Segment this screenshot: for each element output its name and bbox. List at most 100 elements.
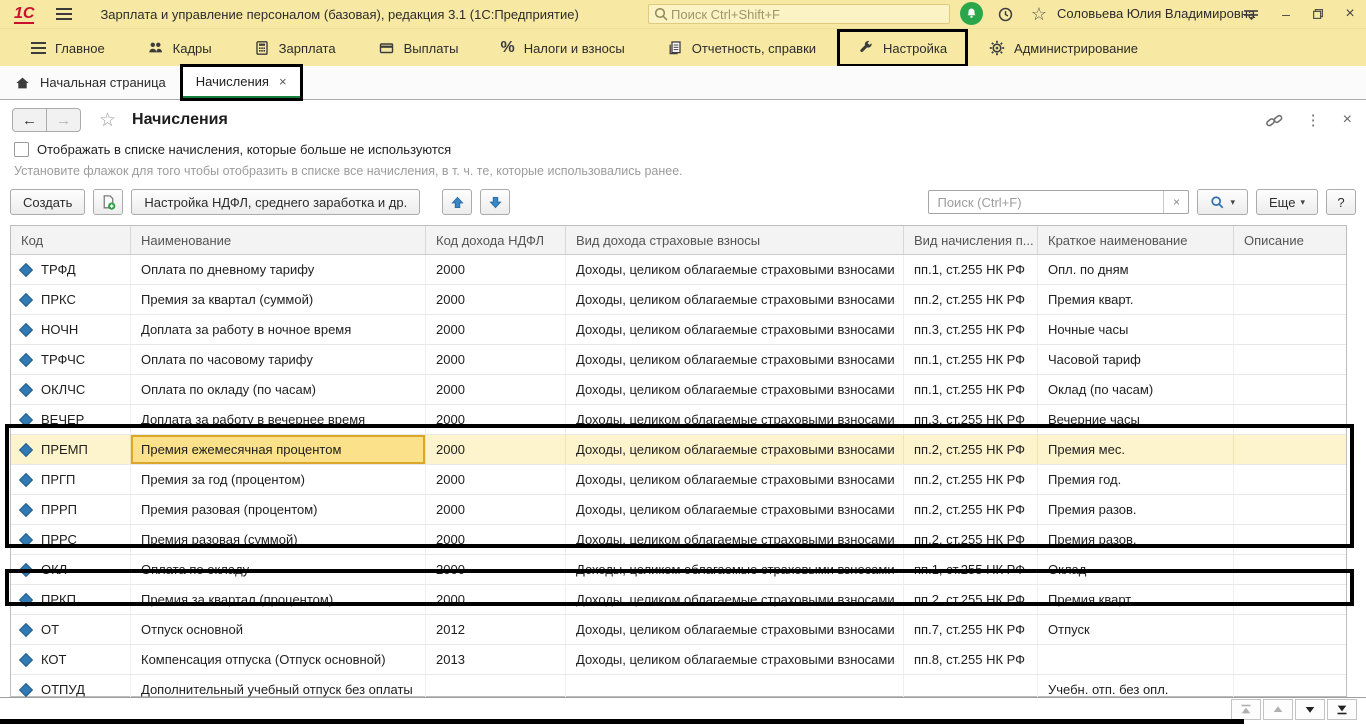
move-down-button[interactable] [480,189,510,215]
row-ndfl-code-cell[interactable]: 2000 [426,585,566,614]
column-header-accrual-type[interactable]: Вид начисления п... [904,226,1038,254]
row-description-cell[interactable] [1234,435,1346,464]
go-next-button[interactable] [1295,699,1325,720]
row-accrual-type-cell[interactable]: пп.2, ст.255 НК РФ [904,495,1038,524]
row-accrual-type-cell[interactable]: пп.7, ст.255 НК РФ [904,615,1038,644]
column-header-code[interactable]: Код [11,226,131,254]
row-description-cell[interactable] [1234,405,1346,434]
row-ndfl-code-cell[interactable]: 2000 [426,405,566,434]
row-short-name-cell[interactable]: Премия кварт. [1038,585,1234,614]
table-row[interactable]: ПРЕМП Премия ежемесячная процентом 2000 … [11,435,1346,465]
forward-button[interactable]: → [47,108,81,132]
row-insurance-cell[interactable]: Доходы, целиком облагаемые страховыми вз… [566,255,904,284]
clear-search-icon[interactable]: × [1163,191,1188,213]
row-accrual-type-cell[interactable]: пп.1, ст.255 НК РФ [904,375,1038,404]
tab-close-icon[interactable]: × [279,74,287,89]
row-accrual-type-cell[interactable]: пп.1, ст.255 НК РФ [904,555,1038,584]
row-description-cell[interactable] [1234,465,1346,494]
row-insurance-cell[interactable]: Доходы, целиком облагаемые страховыми вз… [566,555,904,584]
minimize-button[interactable]: – [1274,4,1298,24]
row-insurance-cell[interactable]: Доходы, целиком облагаемые страховыми вз… [566,345,904,374]
column-header-name[interactable]: Наименование [131,226,426,254]
row-short-name-cell[interactable] [1038,645,1234,674]
row-short-name-cell[interactable]: Премия мес. [1038,435,1234,464]
column-header-short-name[interactable]: Краткое наименование [1038,226,1234,254]
row-insurance-cell[interactable]: Доходы, целиком облагаемые страховыми вз… [566,375,904,404]
row-ndfl-code-cell[interactable]: 2000 [426,495,566,524]
row-name-cell[interactable]: Доплата за работу в вечернее время [131,405,426,434]
row-name-cell[interactable]: Премия ежемесячная процентом [131,435,426,464]
favorites-star-icon[interactable]: ☆ [1028,3,1050,25]
row-insurance-cell[interactable]: Доходы, целиком облагаемые страховыми вз… [566,435,904,464]
global-search-input[interactable] [648,4,950,24]
column-header-ndfl-code[interactable]: Код дохода НДФЛ [426,226,566,254]
menu-item-nastroyka[interactable]: Настройка [837,29,968,67]
table-row[interactable]: ПРРС Премия разовая (суммой) 2000 Доходы… [11,525,1346,555]
back-button[interactable]: ← [12,108,47,132]
row-name-cell[interactable]: Премия разовая (суммой) [131,525,426,554]
row-description-cell[interactable] [1234,285,1346,314]
favorite-star-icon[interactable]: ☆ [99,109,116,132]
row-short-name-cell[interactable]: Часовой тариф [1038,345,1234,374]
row-accrual-type-cell[interactable]: пп.2, ст.255 НК РФ [904,525,1038,554]
row-insurance-cell[interactable]: Доходы, целиком облагаемые страховыми вз… [566,525,904,554]
row-short-name-cell[interactable]: Опл. по дням [1038,255,1234,284]
row-name-cell[interactable]: Отпуск основной [131,615,426,644]
row-accrual-type-cell[interactable]: пп.3, ст.255 НК РФ [904,315,1038,344]
row-description-cell[interactable] [1234,495,1346,524]
row-name-cell[interactable]: Премия за квартал (процентом) [131,585,426,614]
table-row[interactable]: ПРРП Премия разовая (процентом) 2000 Дох… [11,495,1346,525]
open-windows-list-icon[interactable] [1240,3,1262,25]
get-link-button[interactable] [1265,112,1284,129]
row-description-cell[interactable] [1234,255,1346,284]
row-description-cell[interactable] [1234,375,1346,404]
table-row[interactable]: КОТ Компенсация отпуска (Отпуск основной… [11,645,1346,675]
row-name-cell[interactable]: Компенсация отпуска (Отпуск основной) [131,645,426,674]
row-description-cell[interactable] [1234,615,1346,644]
row-code-cell[interactable]: ОКЛ [11,555,131,584]
row-short-name-cell[interactable]: Оклад (по часам) [1038,375,1234,404]
row-code-cell[interactable]: ПРКП [11,585,131,614]
search-options-button[interactable]: ▾ [1197,189,1248,215]
menu-item-otchetnost[interactable]: Отчетность, справки [646,29,837,67]
ndfl-settings-button[interactable]: Настройка НДФЛ, среднего заработка и др. [131,189,420,215]
row-accrual-type-cell[interactable]: пп.1, ст.255 НК РФ [904,255,1038,284]
row-code-cell[interactable]: ОТ [11,615,131,644]
row-insurance-cell[interactable]: Доходы, целиком облагаемые страховыми вз… [566,585,904,614]
table-row[interactable]: ПРКП Премия за квартал (процентом) 2000 … [11,585,1346,615]
row-code-cell[interactable]: ПРКС [11,285,131,314]
row-accrual-type-cell[interactable]: пп.8, ст.255 НК РФ [904,645,1038,674]
row-name-cell[interactable]: Оплата по окладу [131,555,426,584]
row-short-name-cell[interactable]: Вечерние часы [1038,405,1234,434]
current-user[interactable]: Соловьева Юлия Владимировна [1057,6,1255,21]
row-description-cell[interactable] [1234,525,1346,554]
row-short-name-cell[interactable]: Ночные часы [1038,315,1234,344]
row-ndfl-code-cell[interactable]: 2013 [426,645,566,674]
row-insurance-cell[interactable]: Доходы, целиком облагаемые страховыми вз… [566,495,904,524]
row-insurance-cell[interactable]: Доходы, целиком облагаемые страховыми вз… [566,465,904,494]
list-search-input[interactable] [929,191,1163,213]
table-row[interactable]: ОКЛЧС Оплата по окладу (по часам) 2000 Д… [11,375,1346,405]
row-name-cell[interactable]: Премия за год (процентом) [131,465,426,494]
table-row[interactable]: ПРКС Премия за квартал (суммой) 2000 Дох… [11,285,1346,315]
row-insurance-cell[interactable]: Доходы, целиком облагаемые страховыми вз… [566,285,904,314]
row-insurance-cell[interactable]: Доходы, целиком облагаемые страховыми вз… [566,615,904,644]
row-name-cell[interactable]: Оплата по дневному тарифу [131,255,426,284]
help-button[interactable]: ? [1326,189,1356,215]
list-search-box[interactable]: × [928,190,1189,214]
table-row[interactable]: ОТ Отпуск основной 2012 Доходы, целиком … [11,615,1346,645]
row-insurance-cell[interactable]: Доходы, целиком облагаемые страховыми вз… [566,405,904,434]
row-name-cell[interactable]: Премия за квартал (суммой) [131,285,426,314]
row-name-cell[interactable]: Оплата по окладу (по часам) [131,375,426,404]
row-short-name-cell[interactable]: Премия кварт. [1038,285,1234,314]
row-accrual-type-cell[interactable]: пп.2, ст.255 НК РФ [904,435,1038,464]
go-previous-button[interactable] [1263,699,1293,720]
more-actions-icon[interactable]: ⋮ [1306,111,1321,129]
row-insurance-cell[interactable]: Доходы, целиком облагаемые страховыми вз… [566,645,904,674]
go-last-button[interactable] [1327,699,1357,720]
tab-home[interactable]: Начальная страница [0,66,182,99]
create-by-copy-button[interactable] [93,189,123,215]
table-row[interactable]: ТРФЧС Оплата по часовому тарифу 2000 Дох… [11,345,1346,375]
notifications-button[interactable] [960,2,983,25]
history-button[interactable] [994,3,1016,25]
